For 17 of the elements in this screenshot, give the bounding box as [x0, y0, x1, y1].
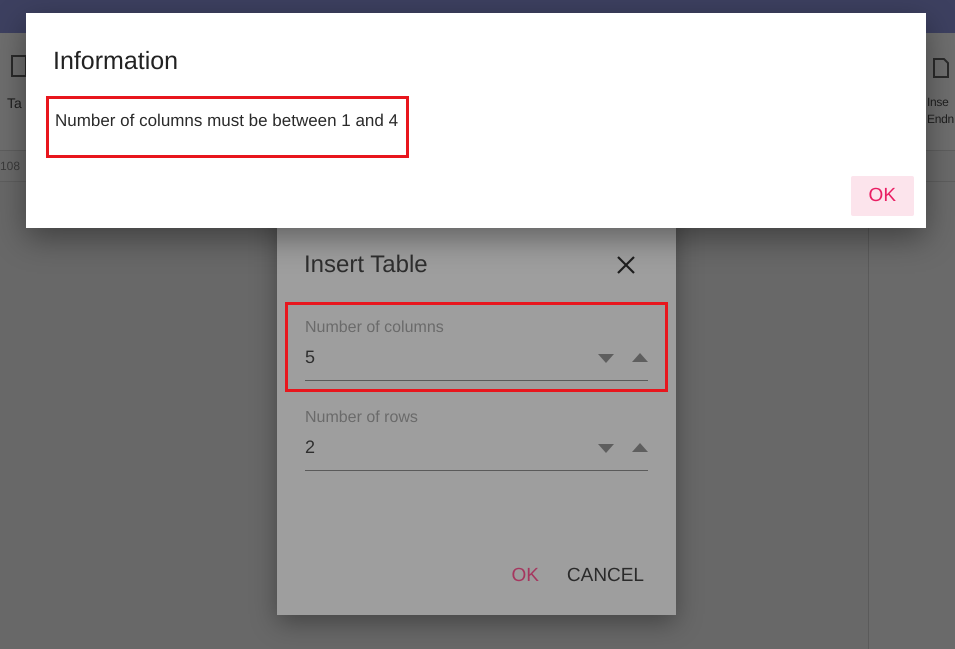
- number-field[interactable]: 5: [305, 347, 648, 381]
- toolbar-label[interactable]: Endn: [927, 111, 954, 128]
- decrement-icon[interactable]: [598, 352, 614, 362]
- number-field[interactable]: 2: [305, 437, 648, 471]
- close-icon[interactable]: [616, 255, 636, 275]
- ok-button[interactable]: OK: [850, 176, 914, 216]
- document-icon[interactable]: [933, 58, 949, 78]
- cancel-button[interactable]: CANCEL: [566, 561, 644, 591]
- dialog-message: Number of columns must be between 1 and 4: [55, 111, 398, 130]
- increment-icon[interactable]: [632, 442, 648, 452]
- ok-button[interactable]: OK: [511, 561, 539, 591]
- increment-icon[interactable]: [632, 352, 648, 362]
- toolbar-label[interactable]: Inse: [927, 94, 948, 111]
- decrement-icon[interactable]: [598, 442, 614, 452]
- dialog-title: Insert Table: [304, 251, 428, 279]
- dialog-title: Information: [53, 47, 180, 76]
- toolbar-label[interactable]: Ta: [7, 95, 22, 111]
